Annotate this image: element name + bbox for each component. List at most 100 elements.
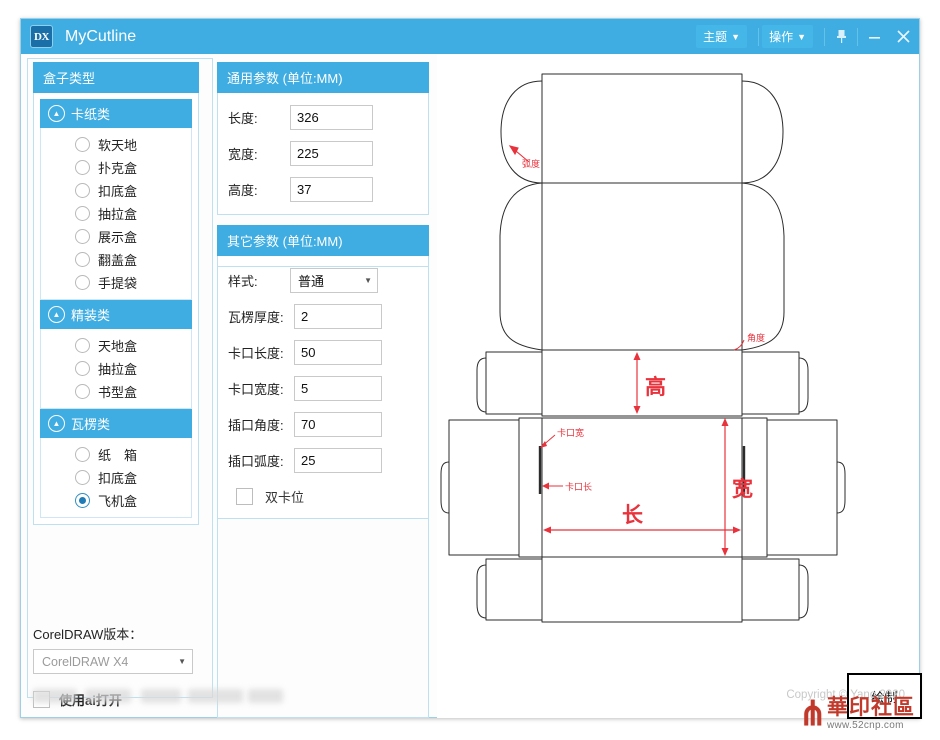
annotation-length: 长 — [622, 504, 644, 527]
box-type-panel: 盒子类型 ▲ 卡纸类 软天地 扑克盒 — [33, 62, 199, 525]
main-content: 盒子类型 ▲ 卡纸类 软天地 扑克盒 — [21, 54, 919, 718]
radio-icon — [75, 252, 90, 267]
app-logo-icon: DX — [30, 25, 53, 48]
other-params-title: 其它参数 (单位:MM) — [217, 225, 429, 256]
close-icon[interactable] — [887, 19, 919, 54]
option-label: 抽拉盒 — [98, 204, 137, 223]
group-header-corrugated[interactable]: ▲ 瓦楞类 — [40, 409, 192, 438]
box-type-option[interactable]: 扣底盒 — [41, 466, 191, 489]
pin-icon[interactable] — [828, 19, 854, 54]
flute-thickness-row: 瓦楞厚度: 2 — [228, 304, 418, 329]
group-label: 精装类 — [71, 305, 110, 324]
option-label: 纸 箱 — [98, 445, 137, 464]
slot-length-input[interactable]: 50 — [294, 340, 382, 365]
app-title: MyCutline — [65, 28, 136, 46]
status-bar: Copyright © Yang 2020 ⋔ 華印社區 www.52cnp.c… — [21, 683, 919, 717]
coreldraw-label: CorelDRAW版本： — [33, 624, 213, 643]
insert-arc-row: 插口弧度: 25 — [228, 448, 418, 473]
coreldraw-version-value: CorelDRAW X4 — [42, 655, 128, 669]
box-type-option[interactable]: 软天地 — [41, 133, 191, 156]
annotation-height: 高 — [645, 375, 666, 399]
insert-arc-input[interactable]: 25 — [294, 448, 382, 473]
chevron-down-icon: ▼ — [731, 32, 740, 42]
group-header-hardcover[interactable]: ▲ 精装类 — [40, 300, 192, 329]
option-label: 书型盒 — [98, 382, 137, 401]
length-field-row: 长度: 326 — [228, 105, 418, 130]
width-input[interactable]: 225 — [290, 141, 373, 166]
box-type-option[interactable]: 展示盒 — [41, 225, 191, 248]
radio-icon — [75, 361, 90, 376]
box-type-title: 盒子类型 — [33, 62, 199, 93]
insert-arc-label: 插口弧度: — [228, 451, 294, 470]
box-type-option[interactable]: 天地盒 — [41, 334, 191, 357]
chevron-up-icon: ▲ — [48, 105, 65, 122]
group-label: 卡纸类 — [71, 104, 110, 123]
box-type-option[interactable]: 翻盖盒 — [41, 248, 191, 271]
option-label: 软天地 — [98, 135, 137, 154]
box-type-option[interactable]: 扑克盒 — [41, 156, 191, 179]
watermark-logo-icon: ⋔ — [799, 697, 826, 731]
group-hardcover: ▲ 精装类 天地盒 抽拉盒 — [40, 300, 192, 409]
slot-length-row: 卡口长度: 50 — [228, 340, 418, 365]
flute-thickness-input[interactable]: 2 — [294, 304, 382, 329]
style-value: 普通 — [298, 271, 324, 290]
radio-icon — [75, 229, 90, 244]
length-label: 长度: — [228, 108, 290, 127]
divider — [758, 28, 759, 46]
style-label: 样式: — [228, 271, 290, 290]
radio-icon-selected — [75, 493, 90, 508]
group-corrugated: ▲ 瓦楞类 纸 箱 扣底盒 — [40, 409, 192, 518]
radio-icon — [75, 206, 90, 221]
insert-angle-label: 插口角度: — [228, 415, 294, 434]
style-select[interactable]: 普通 ▼ — [290, 268, 378, 293]
chevron-down-icon: ▼ — [178, 657, 186, 666]
box-type-option[interactable]: 扣底盒 — [41, 179, 191, 202]
other-params-body: 样式: 普通 ▼ 瓦楞厚度: 2 卡口长度: 50 — [217, 256, 429, 519]
group-header-cardboard[interactable]: ▲ 卡纸类 — [40, 99, 192, 128]
box-type-option[interactable]: 抽拉盒 — [41, 357, 191, 380]
height-input[interactable]: 37 — [290, 177, 373, 202]
option-label: 扣底盒 — [98, 468, 137, 487]
radio-icon — [75, 183, 90, 198]
option-label: 扣底盒 — [98, 181, 137, 200]
application-window: DX MyCutline 主题 ▼ 操作 ▼ — [20, 18, 920, 718]
theme-button[interactable]: 主题 ▼ — [696, 25, 747, 48]
slot-width-row: 卡口宽度: 5 — [228, 376, 418, 401]
box-type-option[interactable]: 手提袋 — [41, 271, 191, 294]
option-label: 扑克盒 — [98, 158, 137, 177]
drawing-canvas[interactable]: 弧度 角度 高 宽 — [437, 54, 919, 718]
width-label: 宽度: — [228, 144, 290, 163]
chevron-down-icon: ▼ — [364, 276, 372, 285]
width-field-row: 宽度: 225 — [228, 141, 418, 166]
chevron-down-icon: ▼ — [797, 32, 806, 42]
style-field-row: 样式: 普通 ▼ — [228, 268, 418, 293]
redacted-status-text — [33, 689, 283, 705]
option-label: 飞机盒 — [98, 491, 137, 510]
action-button[interactable]: 操作 ▼ — [762, 25, 813, 48]
radio-icon — [75, 137, 90, 152]
parameters-column: 通用参数 (单位:MM) 长度: 326 宽度: 225 高度: 37 — [217, 62, 429, 529]
watermark-name: 華印社區 — [827, 697, 915, 718]
option-label: 展示盒 — [98, 227, 137, 246]
group-label: 瓦楞类 — [71, 414, 110, 433]
coreldraw-version-select[interactable]: CorelDRAW X4 ▼ — [33, 649, 193, 674]
box-type-option-selected[interactable]: 飞机盒 — [41, 489, 191, 512]
watermark-url: www.52cnp.com — [827, 720, 904, 731]
option-label: 手提袋 — [98, 273, 137, 292]
box-type-option[interactable]: 书型盒 — [41, 380, 191, 403]
box-type-option[interactable]: 纸 箱 — [41, 443, 191, 466]
radio-icon — [75, 470, 90, 485]
length-input[interactable]: 326 — [290, 105, 373, 130]
chevron-up-icon: ▲ — [48, 415, 65, 432]
minimize-icon[interactable] — [861, 19, 887, 54]
watermark-text: 華印社區 www.52cnp.com — [827, 697, 915, 731]
box-type-option[interactable]: 抽拉盒 — [41, 202, 191, 225]
slot-width-input[interactable]: 5 — [294, 376, 382, 401]
annotation-arc: 弧度 — [522, 158, 540, 169]
radio-icon — [75, 338, 90, 353]
double-slot-row[interactable]: 双卡位 — [228, 487, 418, 506]
annotation-angle: 角度 — [747, 332, 765, 343]
insert-angle-input[interactable]: 70 — [294, 412, 382, 437]
group-items-hardcover: 天地盒 抽拉盒 书型盒 — [40, 329, 192, 409]
group-items-cardboard: 软天地 扑克盒 扣底盒 抽拉盒 — [40, 128, 192, 300]
